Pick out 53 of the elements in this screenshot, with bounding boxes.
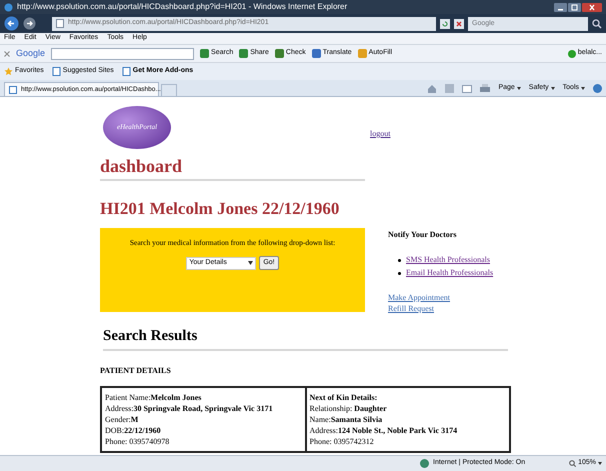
caret-icon [581, 87, 585, 90]
detail-line: DOB:22/12/1960 [105, 425, 162, 436]
caret-icon [598, 462, 602, 465]
results-heading: Search Results [103, 327, 198, 346]
toolbar-icon [358, 49, 367, 58]
page-icon [9, 86, 17, 94]
toolbar-search-field[interactable] [51, 48, 194, 60]
search-icon[interactable] [592, 18, 602, 28]
detail-line: Patient Name:Melcolm Jones [105, 392, 202, 403]
page-icon [122, 67, 131, 76]
detail-line: Name:Samanta Silvia [310, 414, 384, 425]
back-icon[interactable] [4, 16, 19, 31]
page-icon [56, 19, 64, 28]
action-link[interactable]: Make Appointment [388, 292, 494, 303]
dropdown-arrow-icon [248, 261, 254, 266]
minimize-icon[interactable] [554, 2, 567, 12]
window-title: http://www.psolution.com.au/portal/HICDashboard.php?id=HI201 - Windows Internet Explorer [17, 1, 348, 13]
mail-icon[interactable] [462, 84, 472, 92]
notify-heading: Notify Your Doctors [388, 229, 458, 241]
toolbar-brand: Google [16, 46, 46, 60]
print-icon[interactable] [480, 84, 490, 93]
logout-link[interactable]: logout [370, 128, 390, 140]
globe-icon [420, 459, 429, 468]
status-dot-icon [568, 50, 576, 58]
toolbar-icon [239, 49, 248, 58]
toolbar-icon [200, 49, 210, 58]
caret-icon [550, 87, 555, 90]
forward-icon[interactable] [23, 17, 36, 30]
page-title: dashboard [100, 155, 184, 177]
close-icon[interactable] [582, 2, 602, 12]
stop-icon[interactable] [454, 18, 464, 28]
toolbar-icon [274, 49, 284, 58]
detail-line: Relationship: Daughter [310, 403, 388, 414]
detail-line: Phone: 0395740978 [105, 436, 170, 447]
detail-line: Address:124 Noble St., Noble Park Vic 3174 [310, 425, 458, 436]
caret-icon [516, 87, 521, 90]
bullet-icon [398, 272, 401, 274]
maximize-icon[interactable] [568, 2, 581, 12]
bullet-icon [398, 258, 401, 262]
page-icon [52, 67, 61, 76]
magnifier-icon [569, 460, 576, 467]
patient-heading: HI201 Melcolm Jones 22/12/1960 [100, 198, 340, 220]
detail-line: Next of Kin Details: [310, 392, 378, 403]
action-link[interactable]: Refill Request [388, 303, 494, 314]
detail-line: Address:30 Springvale Road, Springvale Vic 3171 [105, 403, 274, 414]
toolbar-icon [312, 49, 321, 58]
notify-link[interactable]: Email Health Professionals [406, 267, 494, 279]
detail-line: Gender:M [105, 414, 140, 425]
refresh-icon[interactable] [440, 18, 450, 28]
notify-link[interactable]: SMS Health Professionals [406, 254, 490, 266]
section-heading: PATIENT DETAILS [100, 365, 172, 377]
detail-line: Phone: 0395742312 [310, 436, 375, 447]
star-icon [4, 67, 13, 76]
